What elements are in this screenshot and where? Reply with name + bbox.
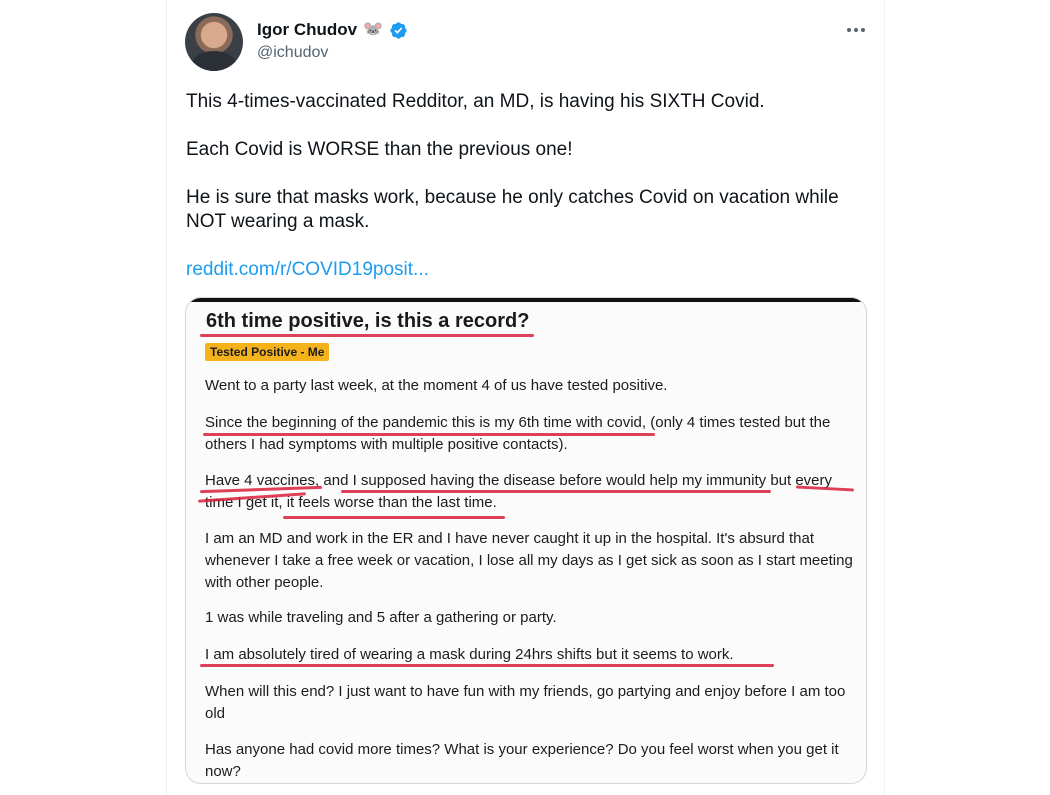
reddit-flair-badge: Tested Positive - Me <box>205 343 330 361</box>
dot <box>854 28 858 32</box>
author-name-row: Igor Chudov 🐭 <box>257 18 408 42</box>
avatar-shirt <box>191 51 237 71</box>
tweet-paragraph: This 4-times-vaccinated Redditor, an MD,… <box>186 91 765 112</box>
underline-annotation <box>203 433 655 436</box>
verified-badge-icon <box>390 21 407 39</box>
timeline-border-right <box>884 0 885 795</box>
reddit-post-paragraph: 1 was while traveling and 5 after a gath… <box>205 609 557 626</box>
tweet-link[interactable]: reddit.com/r/COVID19posit... <box>186 258 429 282</box>
reddit-post-paragraph: I am an MD and work in the ER and I have… <box>205 530 853 591</box>
dot <box>847 28 851 32</box>
dot <box>861 28 865 32</box>
tweet[interactable]: Igor Chudov 🐭 @ichudov This 4-times-vacc… <box>167 0 884 795</box>
underline-annotation <box>200 334 534 337</box>
tweet-paragraph: He is sure that masks work, because he o… <box>186 187 839 232</box>
underline-annotation <box>200 664 774 667</box>
more-options-icon[interactable] <box>839 18 873 42</box>
tweet-paragraph: Each Covid is WORSE than the previous on… <box>186 139 573 160</box>
media-image-reddit-screenshot[interactable]: 6th time positive, is this a record? Tes… <box>185 297 867 784</box>
reddit-post-title: 6th time positive, is this a record? <box>206 310 530 332</box>
reddit-post-paragraph: Went to a party last week, at the moment… <box>205 377 668 394</box>
reddit-post-paragraph: I am absolutely tired of wearing a mask … <box>205 646 734 663</box>
mouse-emoji-icon: 🐭 <box>363 21 384 38</box>
reddit-post-paragraph: Has anyone had covid more times? What is… <box>205 741 839 780</box>
media-top-edge <box>186 298 866 302</box>
underline-annotation <box>341 490 771 493</box>
reddit-post-paragraph: When will this end? I just want to have … <box>205 683 846 722</box>
underline-annotation <box>283 516 505 519</box>
user-avatar[interactable] <box>185 13 243 71</box>
author-display-name[interactable]: Igor Chudov <box>257 20 357 40</box>
author-handle[interactable]: @ichudov <box>257 44 328 62</box>
